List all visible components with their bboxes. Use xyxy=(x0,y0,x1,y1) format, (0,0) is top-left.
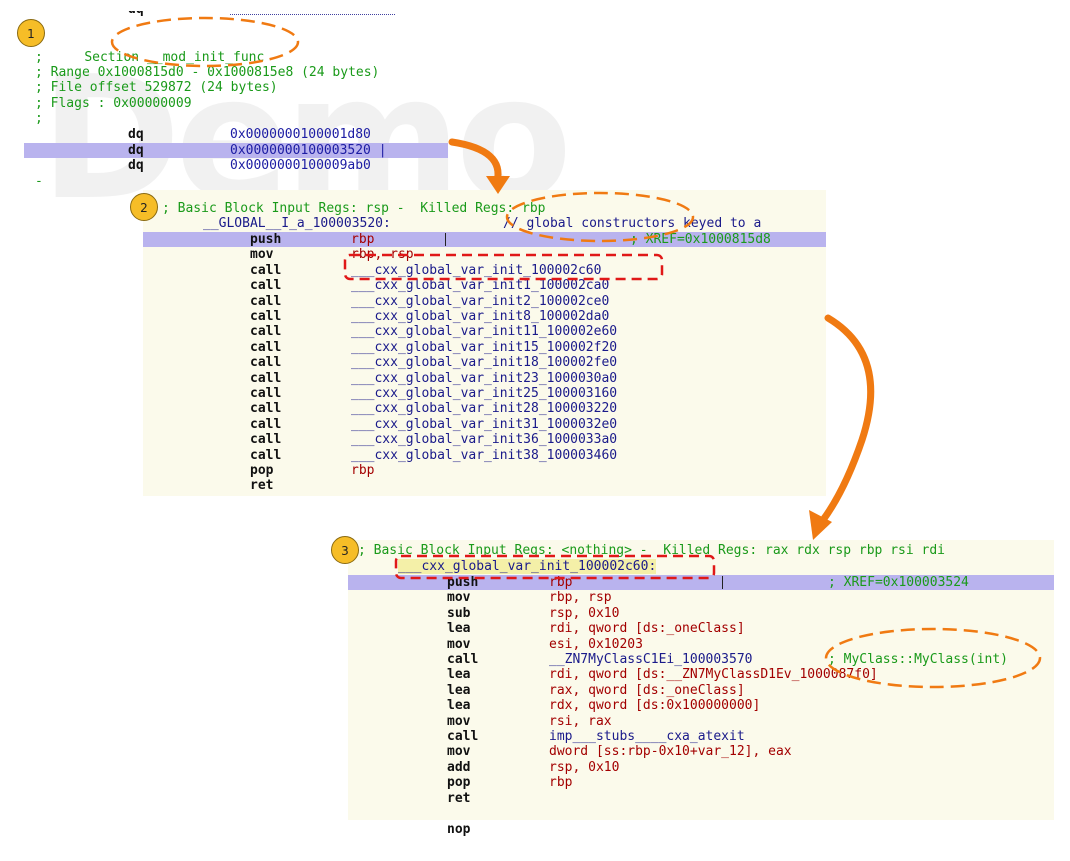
file-offset-line: ; File offset 529872 (24 bytes) xyxy=(35,80,278,95)
instruction-mnemonic: call xyxy=(250,324,282,340)
dash-marker: - xyxy=(35,174,43,189)
dq-value: 0x0000000100003520 | xyxy=(230,143,387,158)
instruction-operands: esi, 0x10203 xyxy=(549,636,643,652)
instruction-mnemonic: call xyxy=(250,293,282,309)
arrow-block2-to-block3 xyxy=(819,314,875,524)
section-name: __mod_init_func xyxy=(146,50,265,66)
block2-label[interactable]: __GLOBAL__I_a_100003520: xyxy=(203,216,391,231)
block3-annotation: ; MyClass::MyClass(int) xyxy=(828,652,1009,667)
instruction-mnemonic: push xyxy=(447,575,479,590)
instruction-mnemonic: lea xyxy=(447,667,471,683)
instruction-mnemonic: call xyxy=(250,278,282,294)
section-label: Section __mod_init_func xyxy=(53,35,264,65)
section-prefix: Section xyxy=(84,50,140,66)
instruction-mnemonic: ret xyxy=(250,478,274,494)
instruction-operands: rsp, 0x10 xyxy=(549,759,620,775)
instruction-mnemonic: call xyxy=(250,432,282,448)
instruction-mnemonic: call xyxy=(250,262,282,278)
block2-header: ; Basic Block Input Regs: rsp - Killed R… xyxy=(162,201,546,216)
dq-mnemonic: dq xyxy=(128,158,144,173)
instruction-mnemonic: call xyxy=(250,355,282,371)
instruction-operands: ___cxx_global_var_init31_1000032e0 xyxy=(351,416,618,432)
instruction-mnemonic: call xyxy=(250,370,282,386)
dq-value: 0x0000000100001d80 xyxy=(230,127,371,142)
block2-cursor xyxy=(445,232,446,247)
range-line: ; Range 0x1000815d0 - 0x1000815e8 (24 by… xyxy=(35,65,380,80)
instruction-mnemonic: call xyxy=(250,447,282,463)
instruction-operands: ___cxx_global_var_init2_100002ce0 xyxy=(351,293,610,309)
step-badge-1: 1 xyxy=(17,19,45,47)
instruction-mnemonic: mov xyxy=(250,247,274,263)
instruction-operands: rsp, 0x10 xyxy=(549,605,620,621)
block3-cursor xyxy=(722,575,723,590)
instruction-operands: rsi, rax xyxy=(549,713,612,729)
instruction-mnemonic: call xyxy=(250,339,282,355)
instruction-mnemonic: mov xyxy=(447,713,471,729)
arrow-head-2 xyxy=(809,510,832,540)
instruction-mnemonic: pop xyxy=(250,463,274,478)
instruction-operands: ___cxx_global_var_init36_1000033a0 xyxy=(351,432,618,448)
instruction-operands: ___cxx_global_var_init23_1000030a0 xyxy=(351,370,618,386)
instruction-mnemonic: call xyxy=(250,309,282,324)
instruction-mnemonic: call xyxy=(250,401,282,417)
instruction-operands: rbp xyxy=(549,775,573,791)
instruction-operands: ___cxx_global_var_init18_100002fe0 xyxy=(351,355,618,371)
dq-mnemonic: dq xyxy=(128,143,144,158)
instruction-operands: rbp xyxy=(351,232,375,247)
flags-line: ; Flags : 0x00000009 xyxy=(35,96,192,111)
instruction-operands: ___cxx_global_var_init38_100003460 xyxy=(351,447,618,463)
instruction-operands: rbp, rsp xyxy=(351,247,414,263)
instruction-mnemonic: sub xyxy=(447,605,471,621)
instruction-mnemonic: add xyxy=(447,759,471,775)
dq-mnemonic: dq xyxy=(128,127,144,142)
instruction-mnemonic: call xyxy=(250,386,282,401)
instruction-operands: ___cxx_global_var_init28_100003220 xyxy=(351,401,618,417)
instruction-operands: ___cxx_global_var_init8_100002da0 xyxy=(351,309,610,324)
instruction-mnemonic: call xyxy=(447,729,479,744)
instruction-mnemonic: push xyxy=(250,232,282,247)
instruction-operands: __ZN7MyClassC1Ei_100003570 xyxy=(549,652,753,667)
step-badge-3: 3 xyxy=(331,536,359,564)
instruction-operands: rbp, rsp xyxy=(549,590,612,606)
instruction-operands: rbp xyxy=(549,575,573,590)
instruction-mnemonic: lea xyxy=(447,682,471,698)
instruction-mnemonic: call xyxy=(250,416,282,432)
instruction-operands: imp___stubs____cxa_atexit xyxy=(549,729,745,744)
instruction-operands: ___cxx_global_var_init11_100002e60 xyxy=(351,324,618,340)
block3-xref[interactable]: ; XREF=0x100003524 xyxy=(828,575,969,590)
semicolon-1: ; xyxy=(35,50,43,65)
instruction-mnemonic: lea xyxy=(447,621,471,637)
instruction-operands: rax, qword [ds:_oneClass] xyxy=(549,682,745,698)
step-badge-2: 2 xyxy=(130,193,158,221)
instruction-mnemonic: ret xyxy=(447,790,471,806)
top-dots xyxy=(230,0,395,15)
instruction-operands: ___cxx_global_var_init15_100002f20 xyxy=(351,339,618,355)
instruction-mnemonic: pop xyxy=(447,775,471,791)
instruction-operands: rbp xyxy=(351,463,375,478)
instruction-operands: ___cxx_global_var_init_100002c60 xyxy=(351,262,602,278)
semicolon-2: ; xyxy=(35,111,43,126)
instruction-operands: rdx, qword [ds:0x100000000] xyxy=(549,698,761,714)
instruction-operands: rdi, qword [ds:_oneClass] xyxy=(549,621,745,637)
instruction-operands: rdi, qword [ds:__ZN7MyClassD1Ev_1000087f… xyxy=(549,667,878,683)
block3-label[interactable]: ___cxx_global_var_init_100002c60: xyxy=(398,559,657,575)
dq-value: 0x0000000100009ab0 xyxy=(230,158,371,173)
instruction-mnemonic: lea xyxy=(447,698,471,714)
instruction-operands: ___cxx_global_var_init25_100003160 xyxy=(351,386,618,401)
block2-xref[interactable]: ; XREF=0x1000815d8 xyxy=(630,232,771,247)
instruction-mnemonic: mov xyxy=(447,744,471,760)
instruction-mnemonic: call xyxy=(447,652,479,667)
instruction-operands: dword [ss:rbp-0x10+var_12], eax xyxy=(549,744,792,760)
block2-label-comment: // global constructors keyed to a xyxy=(503,216,762,231)
instruction-mnemonic: mov xyxy=(447,590,471,606)
block3-header: ; Basic Block Input Regs: <nothing> - Ki… xyxy=(358,543,945,558)
top-fragment: dq xyxy=(128,2,144,17)
trailing-nop: nop xyxy=(447,822,471,837)
instruction-mnemonic: mov xyxy=(447,636,471,652)
instruction-operands: ___cxx_global_var_init1_100002ca0 xyxy=(351,278,610,294)
